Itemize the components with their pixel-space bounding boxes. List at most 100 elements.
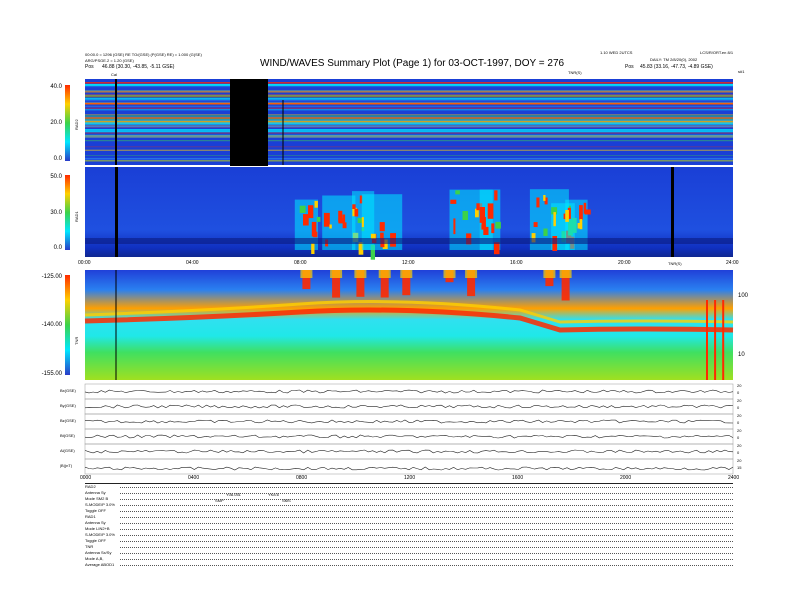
mag-row-label: |B|(nT) — [60, 463, 73, 468]
rad2-emission-line — [85, 140, 733, 142]
footer-dotted-line — [120, 487, 733, 488]
rad1-burst-spot — [308, 205, 314, 219]
mag-right-tick: 0 — [737, 450, 740, 455]
rad1-burst-spot — [479, 207, 485, 223]
rad2-emission-line — [85, 124, 733, 126]
tnr-burst-cap — [330, 270, 343, 278]
rad1-burst-spot — [453, 218, 456, 235]
rad1-burst-spot — [354, 208, 359, 217]
mag-trace — [84, 434, 734, 439]
rad2-ytick-mid: 20.0 — [50, 120, 62, 126]
footer-rad1-row1: Mode LIN2+B — [85, 526, 110, 531]
footer-dotted-line — [120, 541, 733, 542]
rad2-ytick-top: 40.0 — [50, 84, 62, 90]
rad1-gap-bar — [671, 167, 674, 257]
rad2-emission-line — [85, 102, 733, 103]
rad1-burst-spot — [579, 219, 583, 230]
rad1-burst-spot — [316, 216, 321, 222]
mag-trace — [84, 466, 734, 471]
rad1-burst-spot — [338, 218, 343, 224]
rad1-burst-spot — [494, 190, 498, 201]
mag-row-frame — [84, 443, 734, 460]
rad2-emission-line — [85, 155, 733, 156]
tnr-burst-cap — [465, 270, 478, 278]
xtick-3: 12:00 — [402, 260, 415, 266]
mag-row-label: Bx(GSE) — [60, 388, 76, 393]
mag-xtick-0: 0000 — [80, 475, 92, 481]
tnr-burst-cap — [378, 270, 391, 278]
rad1-burst-spot — [543, 228, 548, 236]
rad1-burst-spot — [491, 223, 495, 234]
footer-tnr-label: TNR — [85, 544, 94, 549]
rad2-emission-line — [85, 132, 733, 134]
mag-trace — [84, 389, 734, 394]
rad1-burst-spot — [329, 224, 332, 229]
rad2-emission-line — [85, 82, 733, 84]
mag-xtick-1: 0400 — [188, 475, 200, 481]
tnr-burst-cap — [543, 270, 556, 278]
xtick-2: 08:00 — [294, 260, 307, 266]
footer-rad2-row3: Toggle OFF — [85, 508, 106, 513]
rad2-emission-line — [85, 86, 733, 88]
footer-dotted-line — [120, 517, 733, 518]
rad1-burst-spot — [583, 202, 587, 214]
mag-xtick-4: 1600 — [512, 475, 524, 481]
mag-row-frame — [84, 413, 734, 430]
rad2-emission-line — [85, 94, 733, 95]
footer-dotted-line — [120, 499, 733, 500]
tnr-right-tick-10: 10 — [738, 352, 745, 358]
rad1-ytick-bottom: 0.0 — [53, 245, 62, 251]
footer-rad2-row1: Mode SM2 B — [85, 496, 109, 501]
tnr-right-tick-100: 100 — [738, 293, 749, 299]
rad2-emission-line — [85, 135, 733, 137]
tnr-ytick-mid: -140.00 — [41, 322, 62, 328]
rad1-burst-spot — [543, 195, 546, 201]
rad2-emission-line — [85, 90, 733, 93]
rad2-emission-line — [85, 105, 733, 108]
tnr-colorbar — [65, 275, 70, 375]
footer-rad1-row3: Toggle OFF — [85, 538, 106, 543]
rad1-colorbar — [65, 175, 70, 250]
mag-right-tick: 20 — [737, 428, 742, 433]
tnr-spike — [706, 300, 708, 380]
rad1-cal-bar — [115, 167, 118, 257]
footer-rad1-label: RAD1 — [85, 514, 96, 519]
rad1-burst-spot — [323, 212, 330, 227]
rad1-burst-spot — [565, 210, 569, 222]
mag-row-frame — [84, 383, 734, 400]
rad1-burst-spot — [455, 190, 460, 195]
rad1-burst-spot — [495, 221, 501, 229]
mag-trace — [84, 449, 734, 454]
mag-row-label: By(GSE) — [60, 403, 76, 408]
rad1-burst-spot — [579, 205, 583, 220]
rad2-emission-line — [85, 84, 733, 86]
footer-dotted-line — [120, 565, 733, 566]
rad1-burst-spot — [352, 204, 356, 209]
footer-dotted-line — [120, 553, 733, 554]
tnr-burst-cap — [559, 270, 572, 278]
rad2-colorbar — [65, 85, 70, 161]
footer-separator — [85, 483, 733, 484]
footer-rad1-row0: Antenna Sy — [85, 520, 106, 525]
rad1-burst-spot — [553, 212, 556, 227]
mag-right-tick: 20 — [737, 413, 742, 418]
tnr-spike — [714, 300, 717, 380]
tnr-burst-cap — [354, 270, 367, 278]
footer-rad2-label: RAD2 — [85, 484, 96, 489]
mag-right-tick: 20 — [737, 458, 742, 463]
rad2-emission-line — [85, 96, 733, 98]
xtick-4: 16:00 — [510, 260, 523, 266]
mag-xtick-3: 1200 — [404, 475, 416, 481]
rad2-emission-line — [85, 129, 733, 130]
tnr-ytick-bottom: -155.00 — [41, 371, 62, 377]
footer-dotted-line — [120, 559, 733, 560]
tnr-marker-lower: TNR(S) — [668, 261, 682, 266]
mag-right-tick: 0 — [737, 390, 740, 395]
tnr-burst-cap — [300, 270, 313, 278]
mag-right-tick: 0 — [737, 405, 740, 410]
mag-right-tick: 20 — [737, 398, 742, 403]
footer-tnr-row1: Mode A,B, — [85, 556, 104, 561]
mag-row-label: Bt(GSE) — [60, 433, 75, 438]
rad2-emission-line — [85, 125, 733, 128]
rad2-emission-line — [85, 149, 733, 151]
